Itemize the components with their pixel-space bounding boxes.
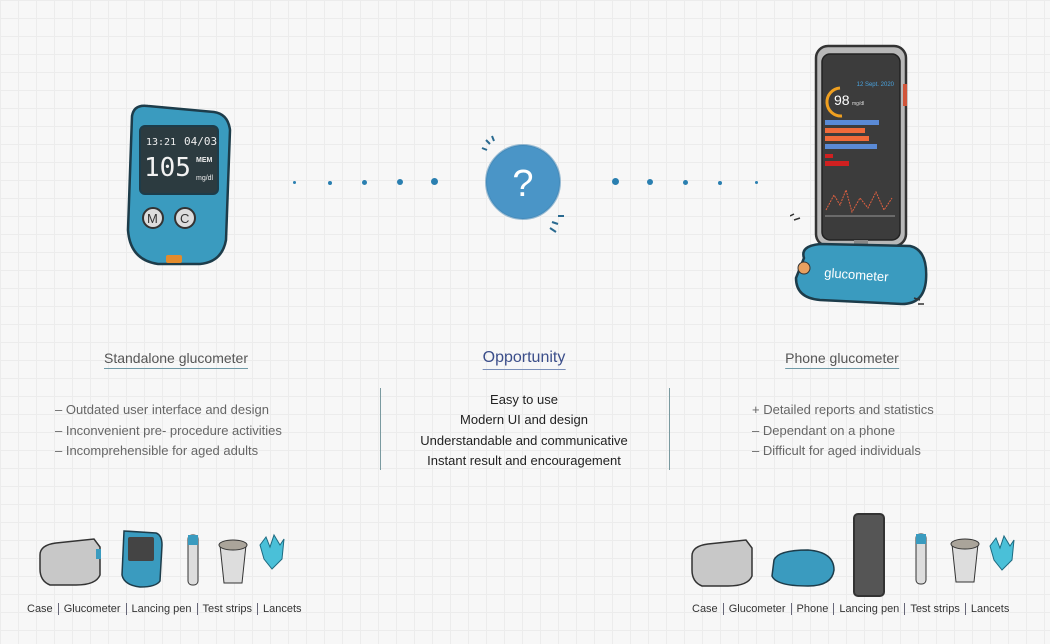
list-item: – Outdated user interface and design (55, 402, 269, 417)
lancets-icon (989, 534, 1015, 571)
standalone-points: – Outdated user interface and design – I… (55, 400, 282, 462)
kit-label: Case (27, 603, 53, 615)
standalone-kit-illustration (39, 530, 285, 588)
opportunity-heading: Opportunity (482, 349, 566, 370)
kit-label: Lancing pen (833, 603, 904, 615)
lancing-pen-icon (188, 535, 198, 545)
kit-label: Glucometer (722, 603, 791, 615)
phone-icon (853, 513, 885, 597)
svg-text:?: ? (512, 163, 533, 205)
device-mem: MEM (196, 157, 213, 164)
list-item: – Difficult for aged individuals (752, 443, 921, 458)
standalone-kit-labels: Case Glucometer Lancing pen Test strips … (27, 603, 307, 615)
phone-points: + Detailed reports and statistics – Depe… (752, 400, 934, 462)
phone-unit: mg/dl (852, 101, 864, 107)
c-button: C (180, 211, 189, 226)
list-item: Instant result and encouragement (427, 452, 621, 468)
list-item: Modern UI and design (460, 412, 588, 428)
divider-right (669, 388, 670, 470)
opportunity-points: Easy to use Modern UI and design Underst… (420, 390, 627, 471)
phone-reading: 98 (834, 92, 850, 108)
kit-label: Phone (790, 603, 834, 615)
device-time: 13:21 (146, 137, 176, 148)
m-button: M (147, 211, 158, 226)
test-strips-icon (951, 543, 979, 583)
phone-date: 12 Sept. 2020 (857, 82, 895, 88)
case-icon (691, 539, 753, 587)
standalone-glucometer-illustration: 13:21 04/03 105 MEM mg/dl M C (126, 104, 232, 266)
kit-label: Glucometer (57, 603, 126, 615)
phone-glucometer-illustration: 12 Sept. 2020 98 mg/dl glucometer (790, 44, 928, 306)
question-mark-icon: ? (481, 135, 564, 233)
kit-label: Test strips (904, 603, 965, 615)
kit-label: Lancets (964, 603, 1015, 615)
divider-left (380, 388, 381, 470)
list-item: + Detailed reports and statistics (752, 402, 934, 417)
list-item: – Incomprehensible for aged adults (55, 443, 259, 458)
case-icon (39, 538, 101, 586)
list-item: Easy to use (490, 392, 558, 407)
standalone-heading: Standalone glucometer (104, 350, 248, 369)
dongle-icon (771, 549, 835, 587)
list-item: Understandable and communicative (420, 432, 628, 448)
phone-kit-labels: Case Glucometer Phone Lancing pen Test s… (692, 603, 1014, 615)
device-reading: 105 (144, 153, 191, 183)
phone-kit-illustration (691, 513, 1015, 597)
device-unit: mg/dl (196, 175, 214, 182)
lancing-pen-icon (916, 534, 926, 544)
lancets-icon (259, 533, 285, 570)
phone-heading: Phone glucometer (785, 350, 899, 369)
kit-label: Lancets (257, 603, 307, 615)
list-item: – Dependant on a phone (752, 422, 896, 438)
kit-label: Case (692, 603, 718, 615)
test-strips-icon (219, 544, 247, 584)
kit-label: Lancing pen (125, 603, 197, 615)
list-item: – Inconvenient pre- procedure activities (55, 422, 282, 438)
kit-label: Test strips (196, 603, 258, 615)
device-date: 04/03 (184, 135, 217, 148)
